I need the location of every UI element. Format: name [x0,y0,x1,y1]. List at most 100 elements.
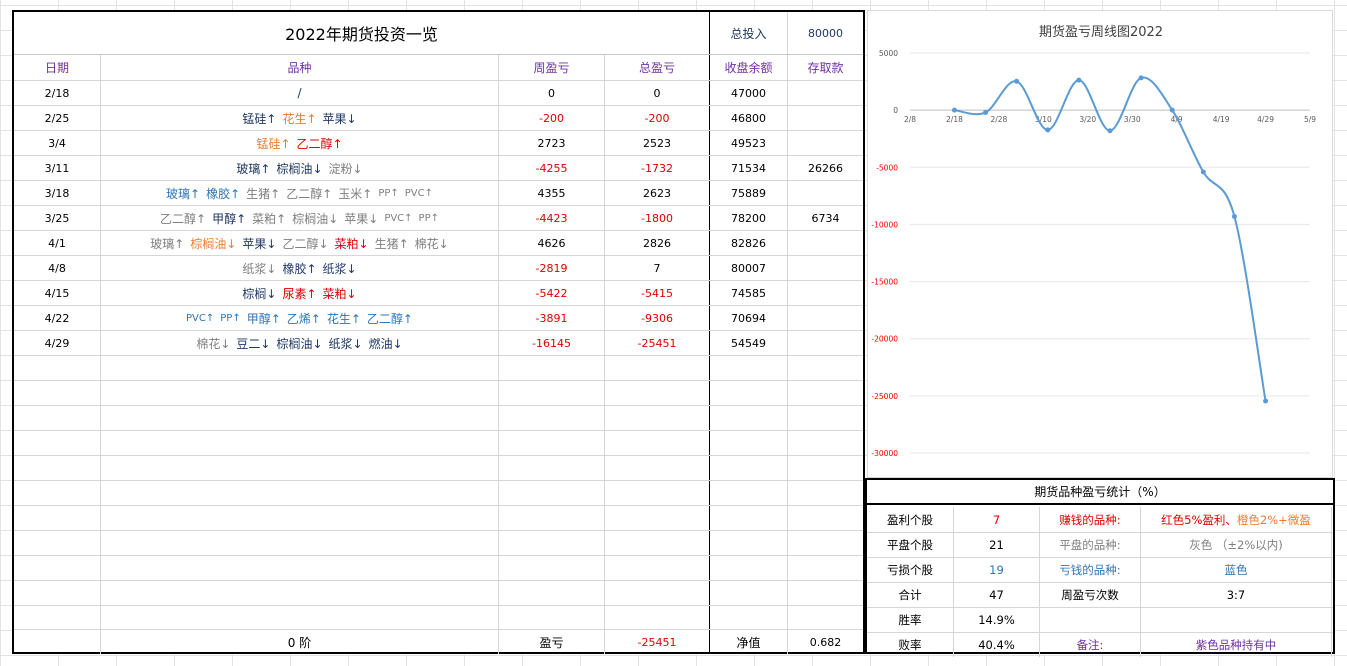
variety-item: 苹果↓ [344,211,379,226]
row-varieties: 纸浆↓ 橡胶↑ 纸浆↓ [101,256,498,280]
profit-desc-orange: 橙色2%+微盈 [1236,512,1311,527]
row-total-pl: 2523 [643,136,671,150]
row-date: 3/4 [48,136,66,150]
data-point [951,107,957,113]
stats-label: 败率 [867,632,954,657]
stats-desc: 灰色 （±2%以内) [1141,532,1332,557]
variety-item: 乙烯↑ [286,311,321,326]
row-date: 4/29 [44,336,70,350]
stats-desc-label: 赚钱的品种: [1040,507,1141,532]
stats-value: 21 [954,532,1040,557]
row-week-pl: 4626 [537,236,566,250]
row-total-pl: 2623 [643,186,671,200]
row-divider [14,505,863,506]
y-tick-label: -15000 [871,278,898,287]
row-date: 4/22 [44,311,70,325]
row-total-pl: -9306 [641,311,673,325]
row-total-pl: -25451 [637,336,677,350]
row-divider [14,455,863,456]
investment-table: 2022年期货投资一览 总投入 80000 日期 品种 周盈亏 总盈亏 收盘余额… [12,10,865,654]
variety-item: 菜粕↓ [334,236,369,251]
row-deposit [788,106,863,130]
variety-item: 玉米↑ [338,186,373,201]
row-balance: 71534 [731,161,766,175]
row-varieties: 玻璃↑ 棕榈油↓ 苹果↓ 乙二醇↓ 菜粕↓ 生猪↑ 棉花↓ [101,231,498,255]
variety-item: 棕榈↓ [242,286,277,301]
variety-item: 乙二醇↑ [296,136,343,151]
stats-desc-label: 亏钱的品种: [1040,557,1141,582]
x-tick-label: 2/8 [904,115,916,124]
row-divider [14,380,863,381]
variety-item: 豆二↓ [236,336,271,351]
row-date: 2/18 [44,86,70,100]
variety-item: 棕榈油↓ [190,236,237,251]
line-chart[interactable]: 期货盈亏周线图2022 5000 0 -5000 -10000 -15000 -20000… [867,10,1333,478]
row-deposit: 6734 [811,211,840,225]
variety-item: / [297,86,302,100]
row-deposit [788,81,863,105]
row-varieties: 玻璃↑ 棕榈油↓ 淀粉↓ [101,156,498,180]
variety-item: 苹果↓ [242,236,277,251]
row-date: 4/15 [44,286,70,300]
y-tick-label: -20000 [871,335,898,344]
row-week-pl: -3891 [535,311,568,325]
stats-table: 期货品种盈亏统计（%） 盈利个股 7 赚钱的品种: 红色5%盈利、 橙色2%+微盈 平盘个… [865,478,1335,657]
row-balance: 46800 [731,111,766,125]
stats-row: 盈利个股 7 赚钱的品种: 红色5%盈利、 橙色2%+微盈 [867,507,1333,533]
row-total-pl: -5415 [641,286,673,300]
row-balance: 80007 [731,261,766,275]
variety-item: 纸浆↓ [322,261,357,276]
variety-item: 锰硅↑ [242,111,277,126]
row-balance: 49523 [731,136,766,150]
x-tick-label: 2/18 [946,115,963,124]
variety-item: PP↑ [378,187,399,199]
variety-item: 淀粉↓ [328,161,363,176]
stats-title: 期货品种盈亏统计（%） [867,480,1333,505]
stats-desc [1141,607,1332,632]
row-varieties: 玻璃↑ 橡胶↑ 生猪↑ 乙二醇↑ 玉米↑ PP↑ PVC↑ [101,181,498,205]
variety-item: 棕榈油↓ [276,336,323,351]
row-date: 3/11 [44,161,70,175]
stats-value: 47 [954,582,1040,607]
row-total-pl: -1732 [641,161,673,175]
variety-item: 菜粕↑ [252,211,287,226]
row-deposit [788,306,863,330]
stats-row: 平盘个股 21 平盘的品种: 灰色 （±2%以内) [867,532,1333,558]
y-tick-label: -5000 [876,163,898,172]
row-balance: 70694 [731,311,766,325]
row-balance: 74585 [731,286,766,300]
variety-item: 纸浆↓ [328,336,363,351]
x-tick-label: 4/19 [1213,115,1230,124]
variety-item: 甲醇↑ [212,211,247,226]
variety-item: 尿素↑ [282,286,317,301]
row-divider [14,530,863,531]
row-total-pl: 2826 [643,236,671,250]
stats-value: 14.9% [954,607,1040,632]
row-week-pl: 0 [548,86,555,100]
variety-item: 棕榈油↓ [292,211,339,226]
row-deposit [788,281,863,305]
variety-item: 棉花↓ [196,336,231,351]
row-balance: 47000 [731,86,766,100]
row-deposit [788,331,863,355]
footer-nav-value: 0.682 [809,635,842,649]
row-varieties: 棉花↓ 豆二↓ 棕榈油↓ 纸浆↓ 燃油↓ [101,331,498,355]
row-divider [14,405,863,406]
chart-title: 期货盈亏周线图2022 [1039,24,1163,40]
stats-label: 亏损个股 [867,557,954,582]
variety-item: 橡胶↑ [206,186,241,201]
stats-row: 亏损个股 19 亏钱的品种: 蓝色 [867,557,1333,583]
row-week-pl: -4255 [535,161,568,175]
row-balance: 75889 [731,186,766,200]
stats-desc: 蓝色 [1141,557,1332,582]
stats-value: 40.4% [954,632,1040,657]
variety-item: 锰硅↑ [256,136,291,151]
total-invest-value: 80000 [808,26,843,40]
variety-item: 花生↑ [326,311,361,326]
y-tick-label: -30000 [871,449,898,458]
y-tick-label: -10000 [871,220,898,229]
row-divider [14,355,863,356]
row-varieties: / [101,81,498,105]
chart-svg: 期货盈亏周线图2022 5000 0 -5000 -10000 -15000 -20000… [871,24,1316,458]
variety-item: 玻璃↑ [236,161,271,176]
